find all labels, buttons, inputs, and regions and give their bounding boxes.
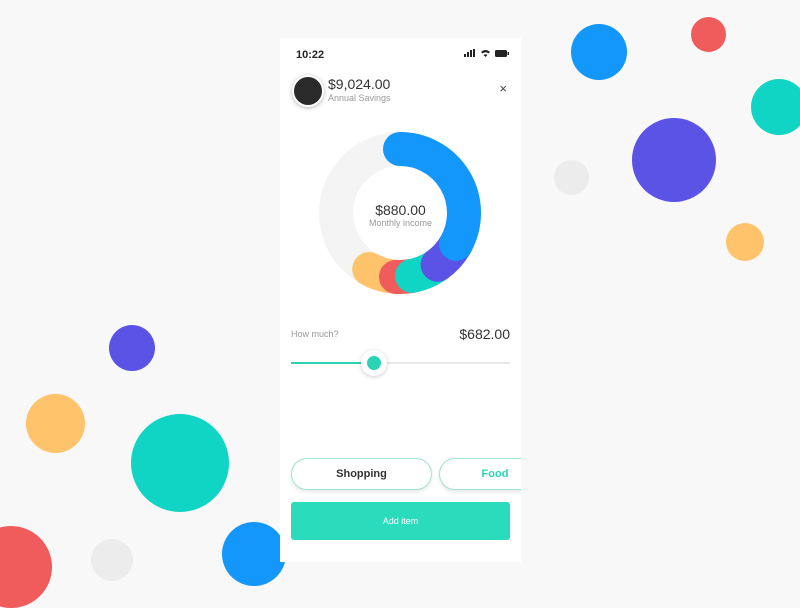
close-icon[interactable]: × bbox=[499, 81, 507, 96]
decor-circle bbox=[222, 522, 286, 586]
decor-circle bbox=[0, 526, 52, 608]
battery-icon bbox=[495, 49, 509, 57]
monthly-income-amount: $880.00 bbox=[375, 202, 426, 218]
decor-circle bbox=[109, 325, 155, 371]
decor-circle bbox=[131, 414, 229, 512]
chip-label: Food bbox=[481, 468, 509, 480]
annual-savings-label: Annual Savings bbox=[328, 93, 391, 103]
annual-savings-amount: $9,024.00 bbox=[328, 76, 391, 92]
chip-label: Shopping bbox=[336, 468, 387, 480]
decor-circle bbox=[554, 160, 589, 195]
phone-screen: 10:22 $9,024.00 Annual Savings × $880.00… bbox=[280, 38, 521, 562]
slider-handle[interactable] bbox=[361, 350, 388, 376]
signal-icon bbox=[464, 49, 475, 57]
amount-slider[interactable] bbox=[291, 350, 510, 376]
chip-shopping[interactable]: Shopping bbox=[291, 458, 432, 490]
monthly-income-label: Monthly income bbox=[368, 218, 433, 228]
decor-circle bbox=[751, 79, 800, 135]
how-much-label: How much? bbox=[291, 329, 339, 339]
add-item-button[interactable]: Add item bbox=[291, 502, 510, 540]
decor-circle bbox=[571, 24, 627, 80]
status-icons bbox=[464, 49, 509, 57]
avatar[interactable] bbox=[292, 75, 324, 107]
decor-circle bbox=[91, 539, 133, 581]
wifi-icon bbox=[481, 50, 490, 57]
decor-circle bbox=[726, 223, 764, 261]
slider-amount: $682.00 bbox=[459, 326, 510, 342]
decor-circle bbox=[26, 394, 85, 453]
status-time: 10:22 bbox=[296, 49, 325, 61]
decor-circle bbox=[632, 118, 716, 202]
decor-circle bbox=[691, 17, 726, 52]
donut-segment-blue bbox=[383, 132, 481, 261]
chip-food[interactable]: Food bbox=[439, 458, 521, 490]
